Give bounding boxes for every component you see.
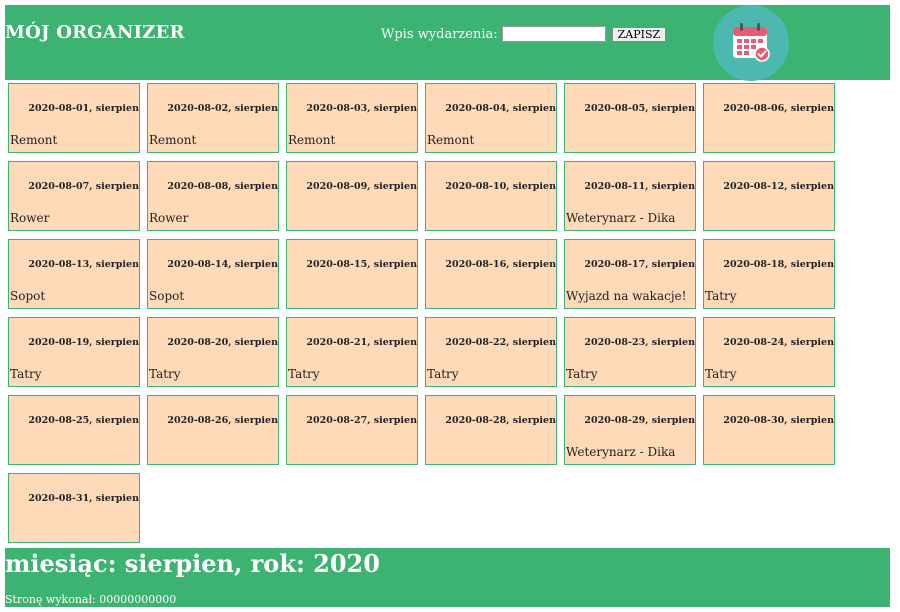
day-cell: 2020-08-15, sierpien bbox=[286, 239, 418, 309]
day-event: Tatry bbox=[288, 367, 320, 381]
day-date: 2020-08-19, sierpien bbox=[28, 337, 139, 348]
day-cell: 2020-08-23, sierpien Tatry bbox=[564, 317, 696, 387]
day-cell: 2020-08-10, sierpien bbox=[425, 161, 557, 231]
day-event: Rower bbox=[10, 211, 50, 225]
day-cell: 2020-08-16, sierpien bbox=[425, 239, 557, 309]
day-event: Rower bbox=[149, 211, 189, 225]
day-date: 2020-08-13, sierpien bbox=[28, 259, 139, 270]
header-banner: MÓJ ORGANIZER Wpis wydarzenia: ZAPISZ bbox=[5, 5, 890, 81]
page-title: MÓJ ORGANIZER bbox=[5, 22, 185, 43]
day-cell: 2020-08-30, sierpien bbox=[703, 395, 835, 465]
day-event: Remont bbox=[427, 133, 475, 147]
author-credits: Stronę wykonał: 00000000000 bbox=[5, 593, 177, 606]
day-date: 2020-08-11, sierpien bbox=[584, 181, 695, 192]
day-event: Sopot bbox=[149, 289, 185, 303]
save-button[interactable]: ZAPISZ bbox=[611, 26, 667, 42]
event-form: Wpis wydarzenia: ZAPISZ bbox=[381, 26, 667, 42]
day-cell: 2020-08-25, sierpien bbox=[8, 395, 140, 465]
day-cell: 2020-08-14, sierpien Sopot bbox=[147, 239, 279, 309]
day-cell: 2020-08-27, sierpien bbox=[286, 395, 418, 465]
day-date: 2020-08-26, sierpien bbox=[167, 415, 278, 426]
day-event: Remont bbox=[149, 133, 197, 147]
day-cell: 2020-08-26, sierpien bbox=[147, 395, 279, 465]
day-cell: 2020-08-05, sierpien bbox=[564, 83, 696, 153]
day-date: 2020-08-12, sierpien bbox=[723, 181, 834, 192]
day-date: 2020-08-28, sierpien bbox=[445, 415, 556, 426]
day-cell: 2020-08-29, sierpien Weterynarz - Dika bbox=[564, 395, 696, 465]
logo bbox=[713, 5, 789, 81]
day-event: Weterynarz - Dika bbox=[566, 445, 676, 459]
day-date: 2020-08-06, sierpien bbox=[723, 103, 834, 114]
organizer-page: MÓJ ORGANIZER Wpis wydarzenia: ZAPISZ 20… bbox=[0, 0, 900, 612]
day-cell: 2020-08-08, sierpien Rower bbox=[147, 161, 279, 231]
day-date: 2020-08-10, sierpien bbox=[445, 181, 556, 192]
day-date: 2020-08-29, sierpien bbox=[584, 415, 695, 426]
event-input[interactable] bbox=[501, 26, 606, 42]
day-cell: 2020-08-01, sierpien Remont bbox=[8, 83, 140, 153]
calendar-grid: 2020-08-01, sierpien Remont 2020-08-02, si… bbox=[8, 83, 835, 543]
day-date: 2020-08-07, sierpien bbox=[28, 181, 139, 192]
day-date: 2020-08-16, sierpien bbox=[445, 259, 556, 270]
day-cell: 2020-08-28, sierpien bbox=[425, 395, 557, 465]
day-cell: 2020-08-17, sierpien Wyjazd na wakacje! bbox=[564, 239, 696, 309]
day-event: Sopot bbox=[10, 289, 46, 303]
day-date: 2020-08-15, sierpien bbox=[306, 259, 417, 270]
month-heading: miesiąc: sierpien, rok: 2020 bbox=[5, 549, 380, 578]
day-date: 2020-08-30, sierpien bbox=[723, 415, 834, 426]
day-date: 2020-08-27, sierpien bbox=[306, 415, 417, 426]
day-event: Tatry bbox=[427, 367, 459, 381]
day-cell: 2020-08-09, sierpien bbox=[286, 161, 418, 231]
day-cell: 2020-08-22, sierpien Tatry bbox=[425, 317, 557, 387]
day-cell: 2020-08-21, sierpien Tatry bbox=[286, 317, 418, 387]
day-cell: 2020-08-13, sierpien Sopot bbox=[8, 239, 140, 309]
day-date: 2020-08-22, sierpien bbox=[445, 337, 556, 348]
day-cell: 2020-08-07, sierpien Rower bbox=[8, 161, 140, 231]
day-date: 2020-08-02, sierpien bbox=[167, 103, 278, 114]
day-cell: 2020-08-03, sierpien Remont bbox=[286, 83, 418, 153]
day-cell: 2020-08-31, sierpien bbox=[8, 473, 140, 543]
day-date: 2020-08-23, sierpien bbox=[584, 337, 695, 348]
day-date: 2020-08-08, sierpien bbox=[167, 181, 278, 192]
day-event: Wyjazd na wakacje! bbox=[566, 289, 687, 303]
day-date: 2020-08-09, sierpien bbox=[306, 181, 417, 192]
day-event: Tatry bbox=[705, 289, 737, 303]
day-event: Tatry bbox=[705, 367, 737, 381]
day-event: Tatry bbox=[10, 367, 42, 381]
day-date: 2020-08-21, sierpien bbox=[306, 337, 417, 348]
day-date: 2020-08-25, sierpien bbox=[28, 415, 139, 426]
day-event: Remont bbox=[10, 133, 58, 147]
day-date: 2020-08-14, sierpien bbox=[167, 259, 278, 270]
day-cell: 2020-08-12, sierpien bbox=[703, 161, 835, 231]
day-cell: 2020-08-11, sierpien Weterynarz - Dika bbox=[564, 161, 696, 231]
day-cell: 2020-08-19, sierpien Tatry bbox=[8, 317, 140, 387]
footer-banner: miesiąc: sierpien, rok: 2020 Stronę wyko… bbox=[5, 548, 890, 607]
event-input-label: Wpis wydarzenia: bbox=[381, 26, 498, 42]
day-date: 2020-08-31, sierpien bbox=[28, 493, 139, 504]
day-cell: 2020-08-02, sierpien Remont bbox=[147, 83, 279, 153]
day-date: 2020-08-01, sierpien bbox=[28, 103, 139, 114]
day-cell: 2020-08-18, sierpien Tatry bbox=[703, 239, 835, 309]
calendar-check-icon bbox=[733, 23, 770, 62]
day-cell: 2020-08-24, sierpien Tatry bbox=[703, 317, 835, 387]
day-event: Weterynarz - Dika bbox=[566, 211, 676, 225]
day-date: 2020-08-20, sierpien bbox=[167, 337, 278, 348]
day-cell: 2020-08-20, sierpien Tatry bbox=[147, 317, 279, 387]
day-event: Remont bbox=[288, 133, 336, 147]
day-date: 2020-08-18, sierpien bbox=[723, 259, 834, 270]
day-event: Tatry bbox=[149, 367, 181, 381]
day-date: 2020-08-17, sierpien bbox=[584, 259, 695, 270]
day-cell: 2020-08-06, sierpien bbox=[703, 83, 835, 153]
day-date: 2020-08-03, sierpien bbox=[306, 103, 417, 114]
day-date: 2020-08-24, sierpien bbox=[723, 337, 834, 348]
day-date: 2020-08-04, sierpien bbox=[445, 103, 556, 114]
day-event: Tatry bbox=[566, 367, 598, 381]
day-date: 2020-08-05, sierpien bbox=[584, 103, 695, 114]
day-cell: 2020-08-04, sierpien Remont bbox=[425, 83, 557, 153]
